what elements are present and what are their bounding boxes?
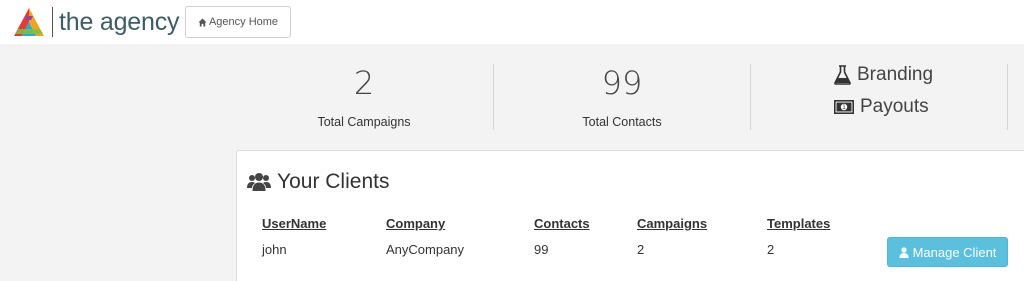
agency-home-button[interactable]: Agency Home <box>185 6 291 38</box>
manage-client-button[interactable]: Manage Client <box>887 237 1008 267</box>
stat-total-campaigns: 2 Total Campaigns <box>294 64 434 130</box>
cell-company: AnyCompany <box>386 242 465 257</box>
home-icon <box>198 17 207 27</box>
cell-campaigns: 2 <box>637 242 645 257</box>
column-header-campaigns[interactable]: Campaigns <box>637 216 707 231</box>
stat-divider <box>750 64 751 130</box>
column-header-contacts[interactable]: Contacts <box>534 216 590 231</box>
branding-link[interactable]: Branding <box>834 64 933 86</box>
svg-text:1: 1 <box>842 104 846 111</box>
payouts-label: Payouts <box>860 96 929 117</box>
clients-panel: Your Clients UserName Company Contacts C… <box>236 150 1024 281</box>
stat-value: 99 <box>601 64 643 102</box>
stat-value: 2 <box>353 64 375 102</box>
cell-username: john <box>262 242 287 257</box>
payouts-link[interactable]: 1 Payouts <box>834 96 929 118</box>
cell-contacts: 99 <box>534 242 549 257</box>
stat-divider <box>1007 64 1008 130</box>
stat-divider <box>493 64 494 130</box>
flask-icon <box>834 65 851 85</box>
top-navbar: the agency Agency Home <box>0 0 1024 44</box>
manage-client-label: Manage Client <box>912 244 997 260</box>
user-icon <box>899 246 909 258</box>
stat-label: Total Contacts <box>582 115 662 129</box>
agency-logo-icon[interactable] <box>10 7 48 37</box>
cell-templates: 2 <box>767 242 775 257</box>
users-icon <box>247 173 271 191</box>
money-icon: 1 <box>834 100 854 114</box>
brand-name[interactable]: the agency <box>59 6 180 38</box>
branding-label: Branding <box>857 64 934 85</box>
clients-panel-title: Your Clients <box>247 170 389 194</box>
column-header-company[interactable]: Company <box>386 216 445 231</box>
logo-divider <box>52 7 53 37</box>
column-header-username[interactable]: UserName <box>262 216 326 231</box>
agency-home-label: Agency Home <box>208 16 279 28</box>
column-header-templates[interactable]: Templates <box>767 216 830 231</box>
stat-total-contacts: 99 Total Contacts <box>552 64 692 130</box>
stat-label: Total Campaigns <box>317 115 411 129</box>
clients-title-text: Your Clients <box>277 170 390 193</box>
